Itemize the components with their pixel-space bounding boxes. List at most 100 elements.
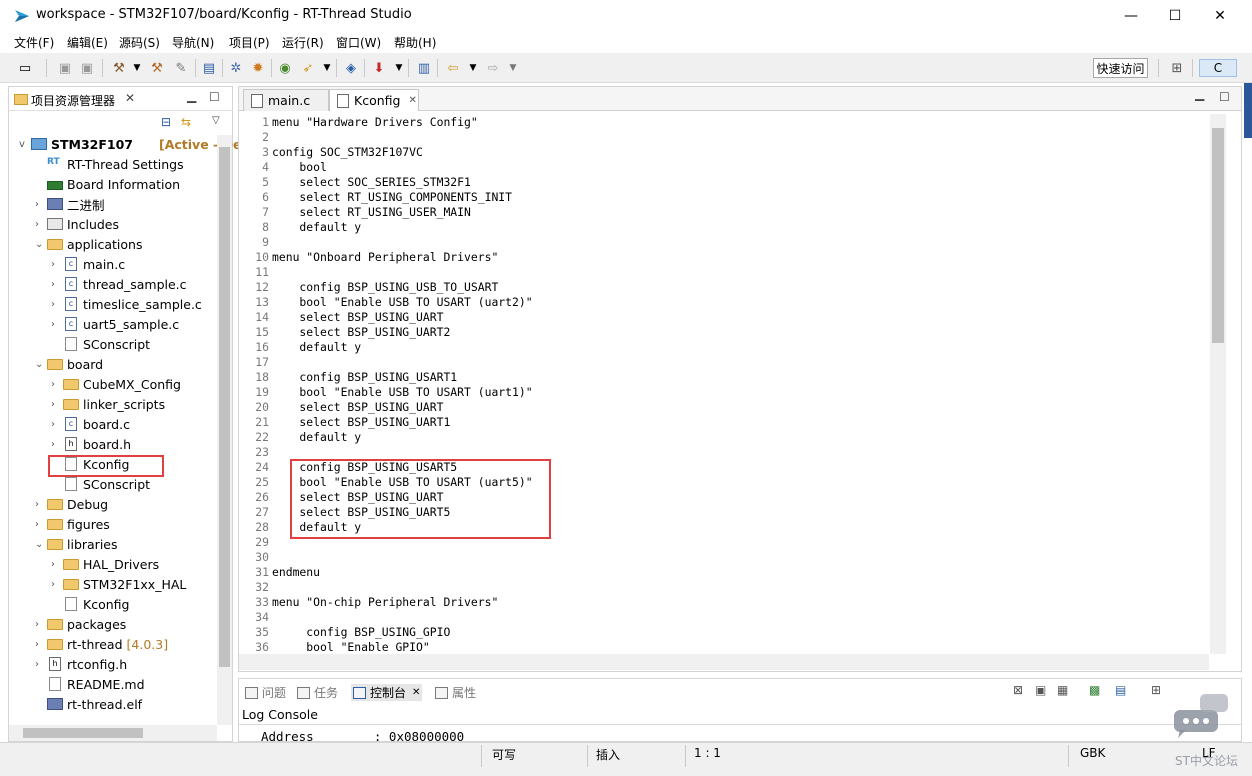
menu-help[interactable]: 帮助(H) [394,34,436,51]
tree-item[interactable]: › CubeMX_Config [51,375,181,393]
code-line[interactable]: config BSP_USING_GPIO [272,625,450,639]
menu-navigate[interactable]: 导航(N) [172,34,214,51]
tree-item[interactable]: › c main.c [51,255,125,273]
scroll-lock-icon[interactable]: ▣ [1035,683,1046,697]
tree-item[interactable]: › c uart5_sample.c [51,315,179,333]
close-tab-icon[interactable]: ✕ [408,95,416,106]
editor-vertical-scrollbar[interactable] [1210,114,1226,654]
project-explorer-tab[interactable]: 项目资源管理器 ✕ ▁ ☐ [9,87,232,111]
minimize-editor-icon[interactable]: ▁ [1195,87,1204,101]
forward-dropdown-icon[interactable]: ▼ [504,59,522,77]
collapse-arrow-icon[interactable]: › [35,499,47,510]
tree-item[interactable]: › Debug [35,495,108,513]
tree-item[interactable]: › c thread_sample.c [51,275,187,293]
expand-arrow-icon[interactable]: ⌄ [35,239,47,250]
tree-item[interactable]: › c board.c [51,415,130,433]
menu-run[interactable]: 运行(R) [282,34,324,51]
tree-item[interactable]: › Includes [35,215,119,233]
open-perspective-icon[interactable]: ⊞ [1168,59,1186,77]
tree-item[interactable]: Board Information [35,175,180,193]
collapse-arrow-icon[interactable]: › [51,399,63,410]
tools-wrench-icon[interactable]: ✎ [172,59,190,77]
code-line[interactable]: default y [272,340,361,354]
expand-arrow-icon[interactable]: ⌄ [35,539,47,550]
tree-item[interactable]: rt-thread.elf [35,695,142,713]
expand-arrow-icon[interactable]: ⌄ [35,359,47,370]
collapse-arrow-icon[interactable]: › [51,379,63,390]
tree-item[interactable]: › h board.h [51,435,131,453]
menu-edit[interactable]: 编辑(E) [67,34,108,51]
collapse-arrow-icon[interactable]: › [35,659,47,670]
scroll-thumb[interactable] [23,728,143,738]
tree-item[interactable]: ⌄ board [35,355,103,373]
tree-item[interactable]: › 二进制 [35,195,105,213]
new-file-icon[interactable]: ▭ [16,59,34,77]
download-icon[interactable]: ◉ [276,59,294,77]
tab-main-c[interactable]: main.c [243,89,329,111]
tree-item[interactable]: › linker_scripts [51,395,165,413]
menu-project[interactable]: 项目(P) [229,34,270,51]
code-line[interactable]: select RT_USING_USER_MAIN [272,205,470,219]
flash-download-icon[interactable]: ⬇ [370,59,388,77]
collapse-arrow-icon[interactable]: › [51,579,63,590]
maximize-editor-icon[interactable]: ☐ [1219,90,1230,104]
debug-bug-icon[interactable]: ✹ [249,59,267,77]
code-line[interactable]: select SOC_SERIES_STM32F1 [272,175,470,189]
clear-console-icon[interactable]: ⊠ [1013,683,1023,697]
menu-window[interactable]: 窗口(W) [336,34,381,51]
pin-console-icon[interactable]: ▩ [1089,683,1100,697]
maximize-button[interactable]: ☐ [1152,0,1198,31]
collapse-arrow-icon[interactable]: › [51,439,63,450]
code-line[interactable]: bool [272,160,326,174]
code-line[interactable]: select BSP_USING_UART [272,400,443,414]
menu-source[interactable]: 源码(S) [119,34,160,51]
close-button[interactable]: ✕ [1197,0,1243,31]
link-editor-icon[interactable]: ⇆ [181,115,191,129]
code-line[interactable]: select RT_USING_COMPONENTS_INIT [272,190,512,204]
tree-item[interactable]: RT RT-Thread Settings [35,155,184,173]
code-line[interactable]: config SOC_STM32F107VC [272,145,423,159]
scroll-thumb[interactable] [219,147,230,667]
code-line[interactable]: menu "Onboard Peripheral Drivers" [272,250,498,264]
collapse-arrow-icon[interactable]: › [51,259,63,270]
tree-item[interactable]: › packages [35,615,126,633]
code-line[interactable]: menu "On-chip Peripheral Drivers" [272,595,498,609]
maximize-view-icon[interactable]: ☐ [209,90,220,104]
back-dropdown-icon[interactable]: ▼ [464,59,482,77]
quick-access-field[interactable]: 快速访问 [1093,58,1148,78]
code-line[interactable]: menu "Hardware Drivers Config" [272,115,478,129]
code-line[interactable]: config BSP_USING_USART1 [272,370,457,384]
open-console-icon[interactable]: ⊞ [1151,683,1161,697]
tree-item[interactable]: › h rtconfig.h [35,655,127,673]
collapse-arrow-icon[interactable]: › [35,519,47,530]
menu-file[interactable]: 文件(F) [14,34,54,51]
code-line[interactable]: bool "Enable USB TO USART (uart2)" [272,295,532,309]
status-encoding[interactable]: GBK [1080,746,1105,760]
tab-properties[interactable]: 属性 [435,684,476,701]
tree-item[interactable]: Kconfig [51,595,129,613]
tab-problems[interactable]: 问题 [245,684,286,701]
back-arrow-icon[interactable]: ⇦ [444,59,462,77]
tab-console[interactable]: 控制台 ✕ [351,684,423,701]
scroll-thumb[interactable] [1212,128,1224,343]
display-console-icon[interactable]: ▤ [1115,683,1126,697]
console-icon[interactable]: ▥ [415,59,433,77]
tree-item[interactable]: SConscript [51,335,150,353]
collapse-arrow-icon[interactable]: › [51,319,63,330]
tree-item[interactable]: SConscript [51,475,150,493]
tree-item[interactable]: ⌄ applications [35,235,142,253]
collapse-arrow-icon[interactable]: › [51,279,63,290]
minimize-button[interactable]: — [1108,0,1154,31]
code-line[interactable]: bool "Enable USB TO USART (uart1)" [272,385,532,399]
collapse-arrow-icon[interactable]: › [35,219,47,230]
tab-kconfig[interactable]: Kconfig ✕ [329,89,419,111]
code-line[interactable]: endmenu [272,565,320,579]
code-line[interactable]: default y [272,430,361,444]
terminal-icon[interactable]: ▤ [200,59,218,77]
save-icon[interactable]: ▣ [56,59,74,77]
build-hammer-icon[interactable]: ⚒ [110,59,128,77]
forward-arrow-icon[interactable]: ⇨ [484,59,502,77]
clean-icon[interactable]: ⚒ [148,59,166,77]
build-dropdown-icon[interactable]: ▼ [128,59,146,77]
collapse-arrow-icon[interactable]: › [51,559,63,570]
